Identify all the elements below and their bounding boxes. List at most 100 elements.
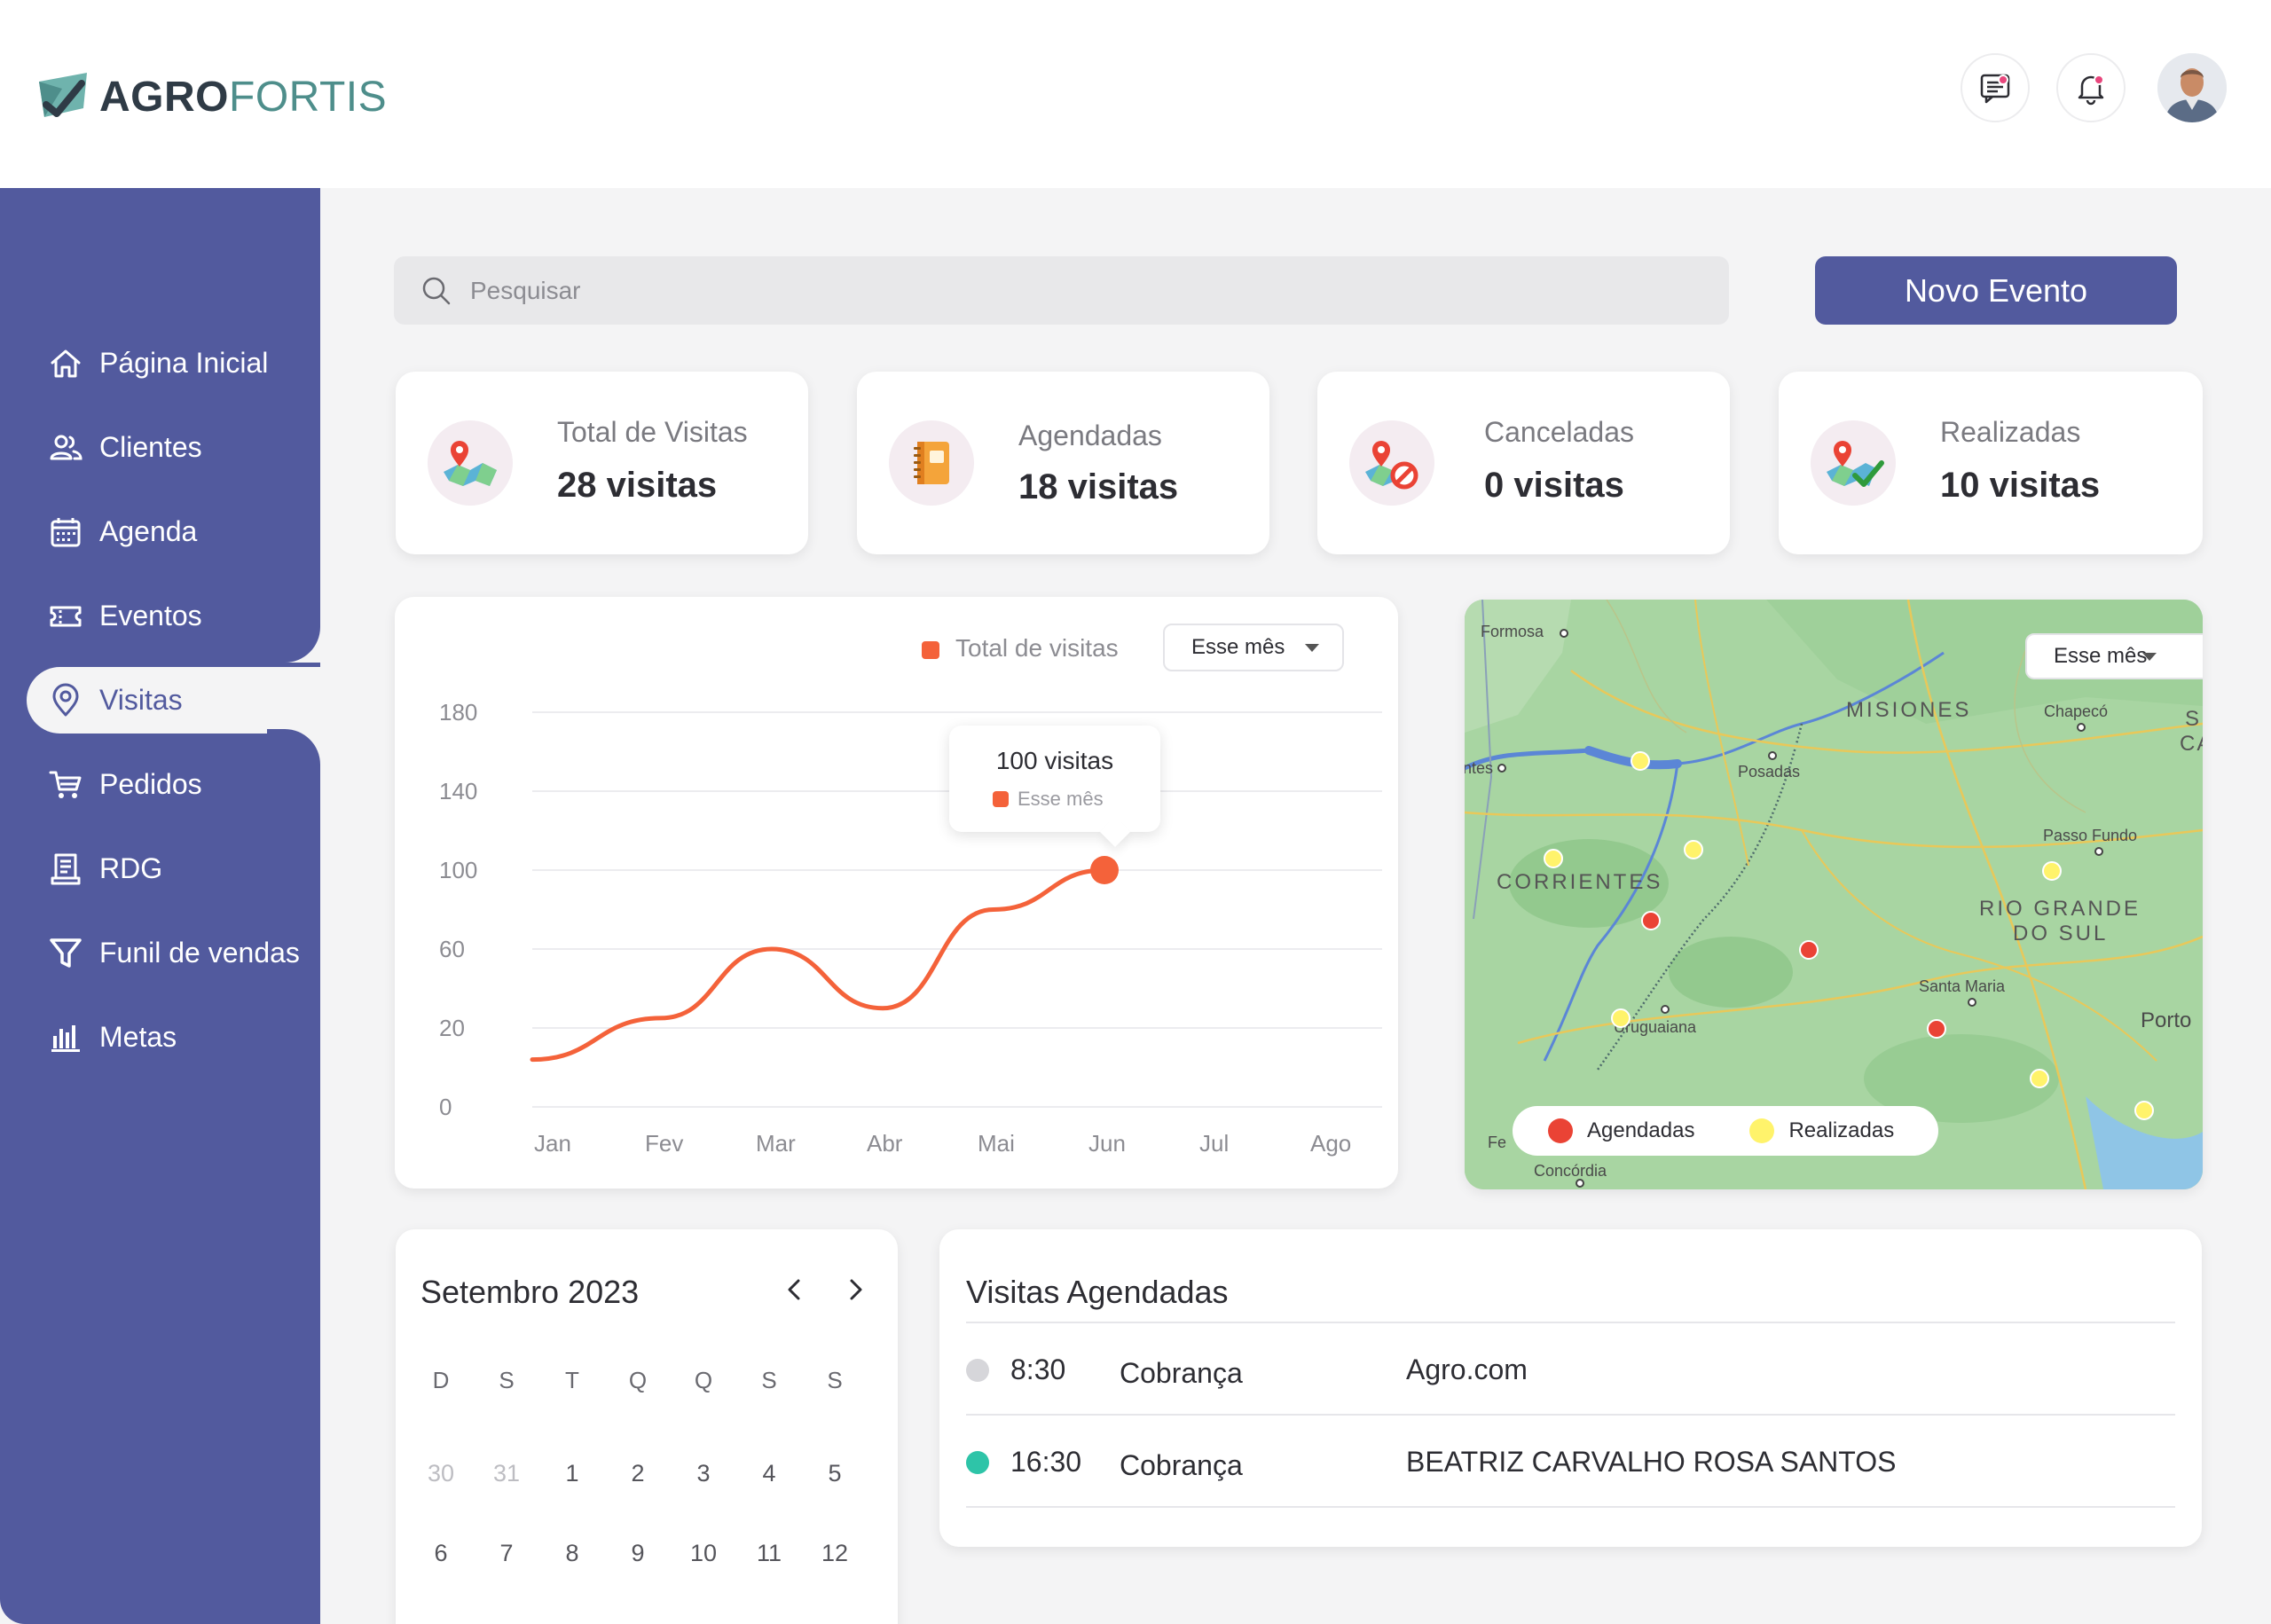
map-marker-done[interactable] xyxy=(1684,840,1703,859)
stat-value: 18 visitas xyxy=(1018,467,1179,506)
top-header: AGROFORTIS xyxy=(0,0,2271,188)
x-tick-label: Ago xyxy=(1310,1130,1351,1157)
sidebar-item-clientes[interactable]: Clientes xyxy=(0,405,320,490)
sidebar-item-pagina-inicial[interactable]: Página Inicial xyxy=(0,321,320,405)
x-tick-label: Abr xyxy=(867,1130,903,1157)
visit-type: Cobrança xyxy=(1120,1449,1243,1481)
notifications-button[interactable] xyxy=(2056,53,2126,122)
agenda-book-icon xyxy=(914,442,949,484)
map-marker-done[interactable] xyxy=(2042,861,2062,881)
series-line xyxy=(530,867,1107,1063)
chart-tooltip-value: 100 visitas xyxy=(995,747,1114,774)
stat-icon-wrap xyxy=(889,420,974,506)
calendar-day[interactable]: 10 xyxy=(671,1540,736,1567)
calendar-day[interactable]: 15 xyxy=(539,1620,605,1624)
calendar-day[interactable]: 13 xyxy=(408,1620,474,1624)
calendar-day[interactable]: 4 xyxy=(736,1460,802,1487)
calendar-day[interactable]: 5 xyxy=(802,1460,868,1487)
map-marker-done[interactable] xyxy=(2134,1101,2154,1120)
chart-tooltip-swatch xyxy=(993,791,1009,807)
map-marker-done[interactable] xyxy=(2030,1069,2049,1088)
calendar-day[interactable]: 14 xyxy=(474,1620,539,1624)
y-tick-label: 20 xyxy=(439,1015,465,1041)
stat-value: 10 visitas xyxy=(1940,466,2101,505)
user-avatar[interactable] xyxy=(2157,53,2227,122)
visit-time: 8:30 xyxy=(1010,1353,1066,1385)
visit-row[interactable]: 16:30 Cobrança BEATRIZ CARVALHO ROSA SAN… xyxy=(966,1416,2175,1508)
map-label: Passo Fundo xyxy=(2043,827,2137,844)
calendar-day[interactable]: 9 xyxy=(605,1540,671,1567)
calendar-day[interactable]: 7 xyxy=(474,1540,539,1567)
bell-icon xyxy=(2078,75,2104,106)
map-legend: Agendadas Realizadas xyxy=(1513,1106,1938,1156)
calendar-day[interactable]: 17 xyxy=(671,1620,736,1624)
x-tick-label: Mai xyxy=(978,1130,1015,1157)
map-marker-done[interactable] xyxy=(1611,1008,1631,1028)
calendar-day[interactable]: 12 xyxy=(802,1540,868,1567)
messages-button[interactable] xyxy=(1961,53,2030,122)
legend-done-label: Realizadas xyxy=(1788,1118,1895,1142)
visit-client: Agro.com xyxy=(1406,1353,1528,1385)
calendar-weekdays: D S T Q Q S S xyxy=(408,1362,887,1398)
chart-tooltip-series: Esse mês xyxy=(993,788,1104,811)
visits-map[interactable]: Formosa MISIONES Chapecó Posadas ntes Pa… xyxy=(1465,600,2203,1189)
new-event-button[interactable]: Novo Evento xyxy=(1815,256,2177,325)
map-marker-scheduled[interactable] xyxy=(1927,1019,1946,1039)
sidebar-item-rdg[interactable]: RDG xyxy=(0,827,320,911)
calendar-day[interactable]: 6 xyxy=(408,1540,474,1567)
stat-icon-wrap xyxy=(1349,420,1434,506)
map-marker-done[interactable] xyxy=(1544,849,1563,868)
legend-scheduled-label: Agendadas xyxy=(1587,1118,1695,1142)
search-icon xyxy=(422,277,451,304)
map-label: Fe xyxy=(1488,1134,1506,1151)
stat-icon-wrap xyxy=(1811,420,1896,506)
sidebar-item-label: RDG xyxy=(99,852,163,884)
stat-value: 28 visitas xyxy=(557,466,718,505)
y-tick-label: 60 xyxy=(439,936,465,962)
calendar-day[interactable]: 31 xyxy=(474,1460,539,1487)
user-avatar-image xyxy=(2157,53,2227,122)
highlight-point[interactable] xyxy=(1090,856,1119,884)
y-tick-label: 0 xyxy=(439,1094,452,1120)
bar-chart-icon xyxy=(48,1020,83,1055)
map-label: RIO GRANDE xyxy=(1979,897,2141,921)
chevron-right-icon xyxy=(850,1279,862,1300)
map-label: DO SUL xyxy=(2013,922,2108,945)
calendar-icon xyxy=(48,514,83,550)
sidebar-item-label: Pedidos xyxy=(99,768,202,800)
search-input[interactable] xyxy=(470,276,1623,305)
sidebar-item-funil-de-vendas[interactable]: Funil de vendas xyxy=(0,911,320,995)
calendar-day[interactable]: 16 xyxy=(605,1620,671,1624)
calendar-day[interactable]: 3 xyxy=(671,1460,736,1487)
weekday-label: Q xyxy=(628,1366,648,1393)
search-bar[interactable] xyxy=(394,256,1729,325)
weekday-label: D xyxy=(432,1366,450,1393)
calendar-day[interactable]: 8 xyxy=(539,1540,605,1567)
map-marker-scheduled[interactable] xyxy=(1799,940,1819,960)
sidebar-item-metas[interactable]: Metas xyxy=(0,995,320,1079)
stat-icon-wrap xyxy=(428,420,513,506)
visit-client: BEATRIZ CARVALHO ROSA SANTOS xyxy=(1406,1446,1897,1478)
calendar-day[interactable]: 2 xyxy=(605,1460,671,1487)
x-tick-label: Jun xyxy=(1088,1130,1126,1157)
calendar-day[interactable]: 11 xyxy=(736,1540,802,1567)
scheduled-visits-title: Visitas Agendadas xyxy=(966,1274,1229,1310)
sidebar-item-label: Visitas xyxy=(99,684,183,716)
calendar-day[interactable]: 1 xyxy=(539,1460,605,1487)
map-marker-done[interactable] xyxy=(1631,751,1650,771)
sidebar-item-agenda[interactable]: Agenda xyxy=(0,490,320,574)
map-canvas: Formosa MISIONES Chapecó Posadas ntes Pa… xyxy=(1465,600,2203,1189)
map-marker-scheduled[interactable] xyxy=(1641,911,1661,930)
logo[interactable]: AGROFORTIS xyxy=(35,69,387,124)
receipt-icon xyxy=(48,851,83,887)
calendar-day[interactable]: 30 xyxy=(408,1460,474,1487)
calendar-prev-button[interactable] xyxy=(774,1268,816,1311)
sidebar: Página Inicial Clientes Agenda Eventos V… xyxy=(0,188,320,1624)
calendar-day[interactable]: 19 xyxy=(802,1620,868,1624)
chat-icon xyxy=(1980,74,2010,104)
map-period-select[interactable]: Esse mês xyxy=(2025,633,2203,679)
calendar-next-button[interactable] xyxy=(834,1268,876,1311)
calendar-day[interactable]: 18 xyxy=(736,1620,802,1624)
map-label: ntes xyxy=(1465,759,1493,777)
visit-row[interactable]: 8:30 Cobrança Agro.com xyxy=(966,1323,2175,1416)
